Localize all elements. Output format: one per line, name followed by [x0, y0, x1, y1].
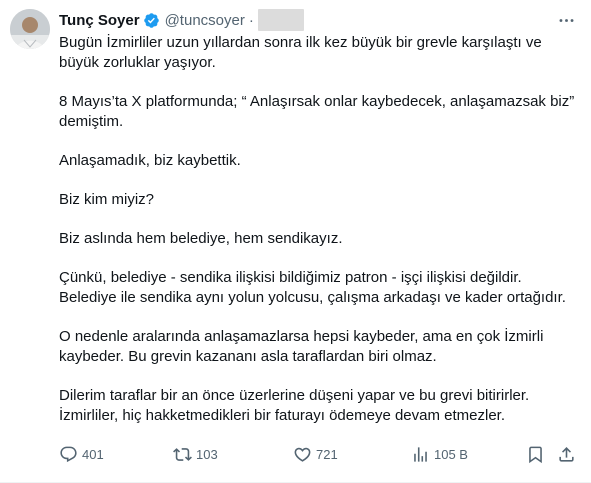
tweet-paragraph: 8 Mayıs’ta X platformunda; “ Anlaşırsak …	[59, 93, 575, 130]
tweet-paragraph: Bugün İzmirliler uzun yıllardan sonra il…	[59, 34, 542, 71]
bookmark-button[interactable]	[526, 442, 545, 466]
tweet-paragraph: O nedenle aralarında anlaşamazlarsa heps…	[59, 328, 544, 365]
author-name[interactable]: Tunç Soyer	[59, 12, 140, 29]
tweet-paragraph: Biz aslında hem belediye, hem sendikayız…	[59, 230, 343, 247]
share-icon	[559, 446, 574, 462]
verified-badge-icon	[143, 12, 160, 29]
tweet-text: Bugün İzmirliler uzun yıllardan sonra il…	[59, 33, 581, 445]
avatar[interactable]	[10, 9, 50, 49]
more-options-icon[interactable]	[555, 9, 577, 31]
like-button[interactable]: 721	[293, 442, 338, 466]
retweet-count: 103	[196, 446, 218, 462]
retweet-icon	[173, 447, 192, 461]
tweet-header: Tunç Soyer @tuncsoyer ·	[59, 9, 304, 31]
author-handle[interactable]: @tuncsoyer	[165, 12, 245, 29]
share-button[interactable]	[557, 442, 576, 466]
views-icon	[414, 446, 427, 462]
separator-dot: ·	[248, 11, 254, 29]
views-button[interactable]: 105 B	[411, 442, 468, 466]
like-count: 721	[316, 446, 338, 462]
tweet-paragraph: Anlaşamadık, biz kaybettik.	[59, 152, 241, 169]
reply-count: 401	[82, 446, 104, 462]
reply-icon	[60, 446, 77, 462]
tweet-paragraph: Dilerim taraflar bir an önce üzerlerine …	[59, 387, 530, 424]
views-count: 105 B	[434, 446, 468, 462]
retweet-button[interactable]: 103	[173, 442, 218, 466]
heart-icon	[294, 447, 311, 462]
profile-avatar-icon	[10, 9, 50, 49]
reply-button[interactable]: 401	[59, 442, 104, 466]
bookmark-icon	[529, 446, 542, 463]
tweet-card[interactable]: Tunç Soyer @tuncsoyer · Bugün İzmirliler…	[0, 0, 591, 483]
tweet-paragraph: Çünkü, belediye - sendika ilişkisi bildi…	[59, 269, 566, 306]
tweet-paragraph: Biz kim miyiz?	[59, 191, 155, 208]
action-bar: 401 103 721 105 B	[59, 442, 581, 466]
redacted-timestamp	[257, 9, 304, 31]
